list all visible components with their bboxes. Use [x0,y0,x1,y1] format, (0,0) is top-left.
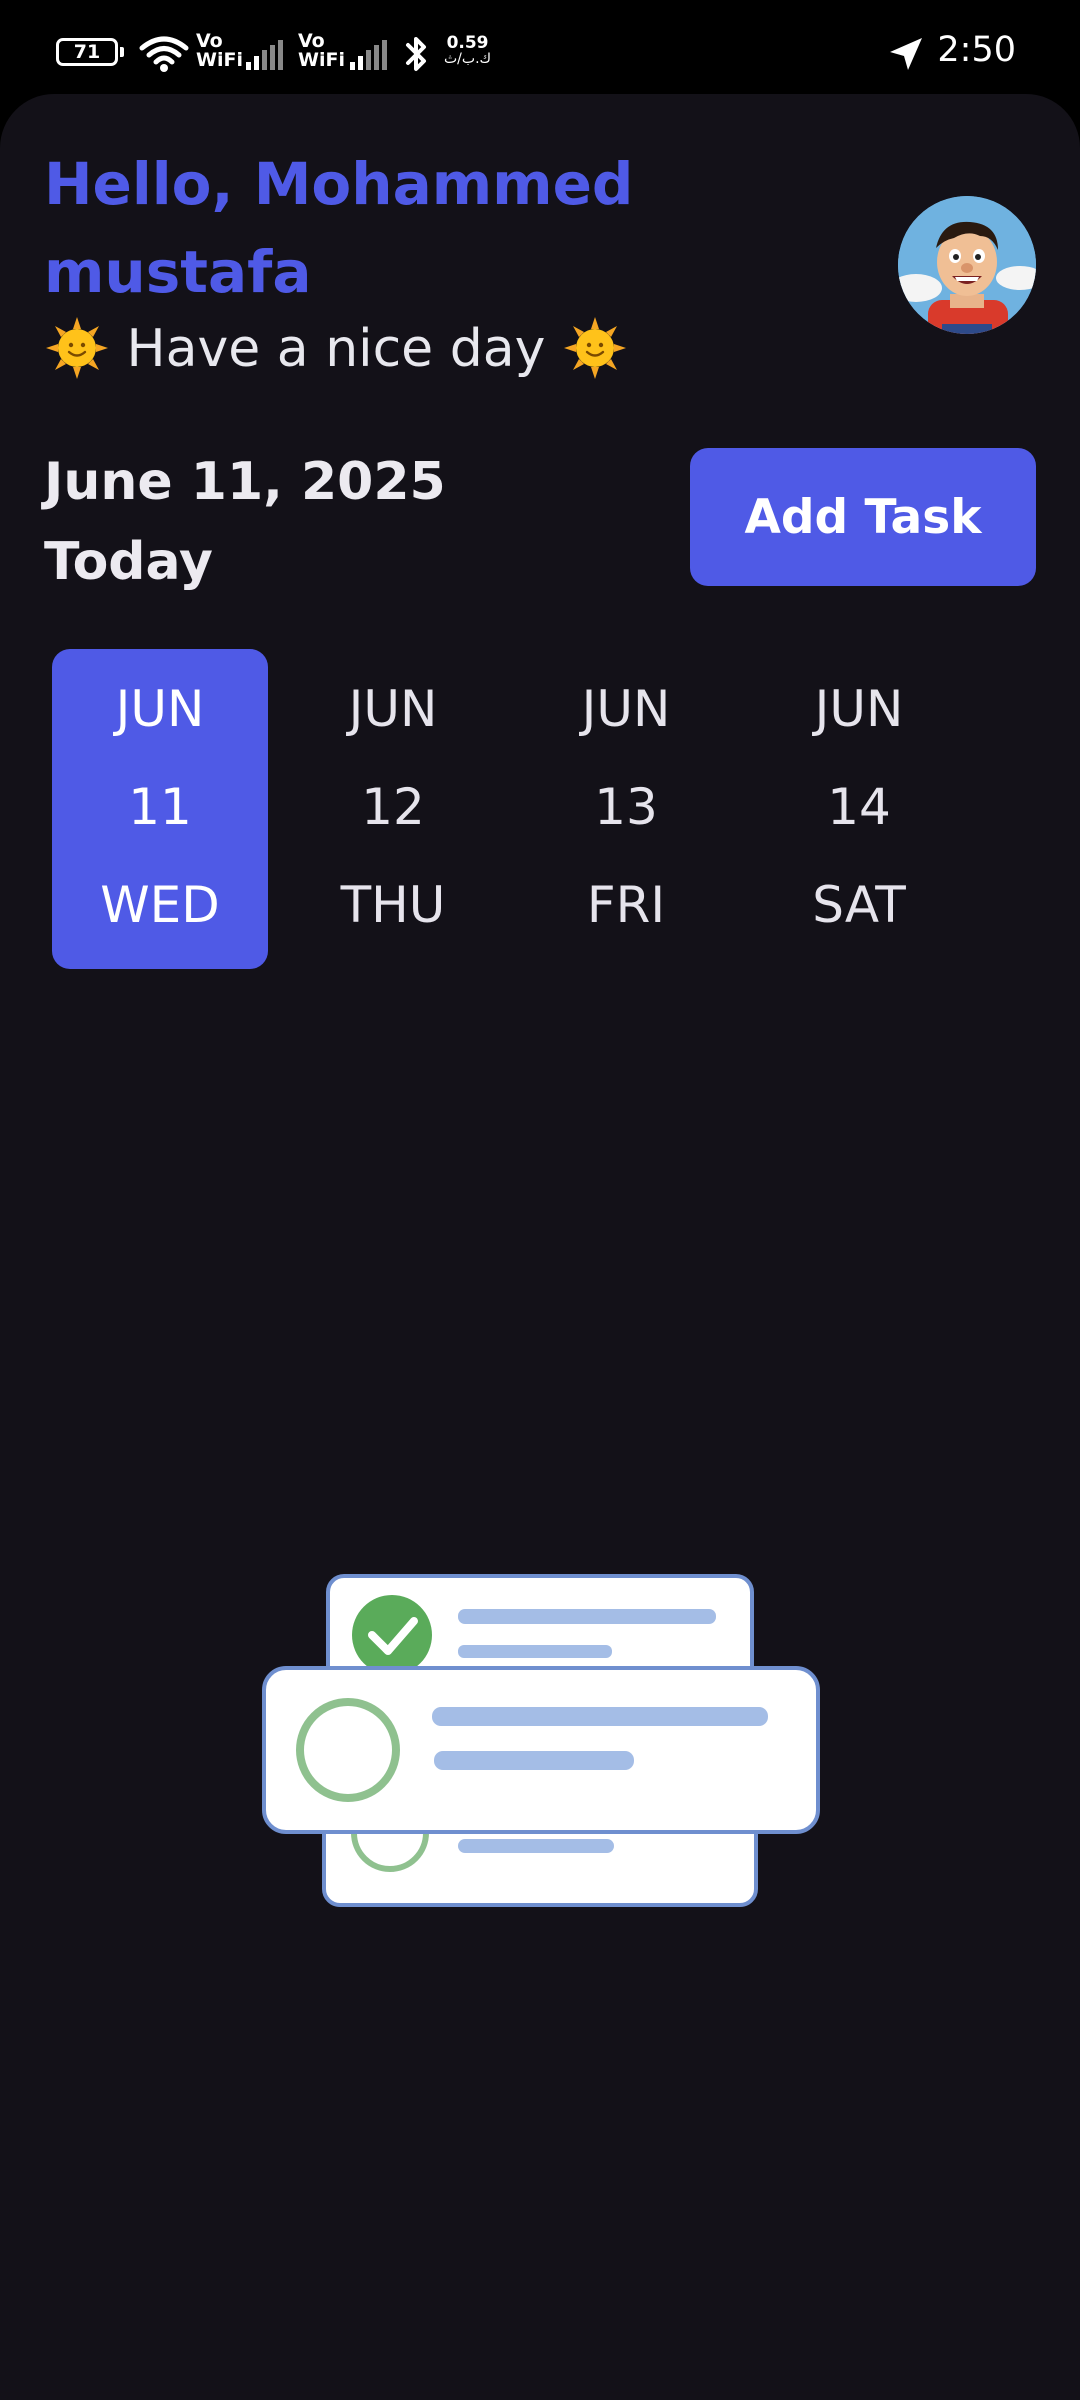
date-month: JUN [814,680,904,738]
screen: 71 Vo WiFi Vo WiFi 0.59 ك.ب/ث 2:50 Hello… [0,0,1080,2400]
battery-indicator: 71 [56,38,124,66]
date-month: JUN [115,680,205,738]
bluetooth-icon [406,37,426,71]
clock: 2:50 [937,30,1016,70]
date-day: 14 [827,778,891,836]
app-content: Hello, Mohammed mustafa Have a nice day … [0,94,1080,2400]
date-weekday: SAT [812,876,906,934]
network-speed-unit: ك.ب/ث [444,51,492,67]
avatar[interactable] [898,196,1036,334]
date-item[interactable]: JUN 11 WED [52,649,268,969]
date-day: 12 [361,778,425,836]
user-avatar-icon [898,196,1036,334]
date-weekday: THU [340,876,446,934]
network-speed-value: 0.59 [446,33,489,53]
date-item[interactable]: JUN 14 SAT [751,649,967,969]
date-weekday: FRI [586,876,666,934]
task-card-front [262,1666,820,1834]
date-heading: June 11, 2025 Today [44,442,446,602]
vowifi-label-1: Vo WiFi [196,30,243,71]
date-strip: JUN 11 WED JUN 12 THU JUN 13 FRI JUN 14 … [52,649,1052,969]
sun-icon [46,317,108,379]
date-item[interactable]: JUN 12 THU [285,649,501,969]
status-bar: 71 Vo WiFi Vo WiFi 0.59 ك.ب/ث 2:50 [0,0,1080,94]
greeting-subtitle: Have a nice day [44,316,628,382]
date-day: 13 [594,778,658,836]
add-task-button[interactable]: Add Task [690,448,1036,586]
date-weekday: WED [100,876,220,934]
current-date: June 11, 2025 [44,452,446,512]
sun-icon [563,317,626,379]
signal-icon [350,40,387,70]
network-speed: 0.59 ك.ب/ث [444,34,491,67]
date-month: JUN [581,680,671,738]
signal-icon [246,40,283,70]
wifi-icon [139,36,189,72]
empty-tasks-illustration [262,1574,820,1907]
vowifi-label-2: Vo WiFi [298,30,345,71]
today-label: Today [44,532,213,592]
date-day: 11 [128,778,192,836]
greeting-title: Hello, Mohammed mustafa [44,150,634,306]
date-item[interactable]: JUN 13 FRI [518,649,734,969]
date-month: JUN [348,680,438,738]
location-arrow-icon [890,38,922,70]
subtitle-text: Have a nice day [126,319,546,379]
